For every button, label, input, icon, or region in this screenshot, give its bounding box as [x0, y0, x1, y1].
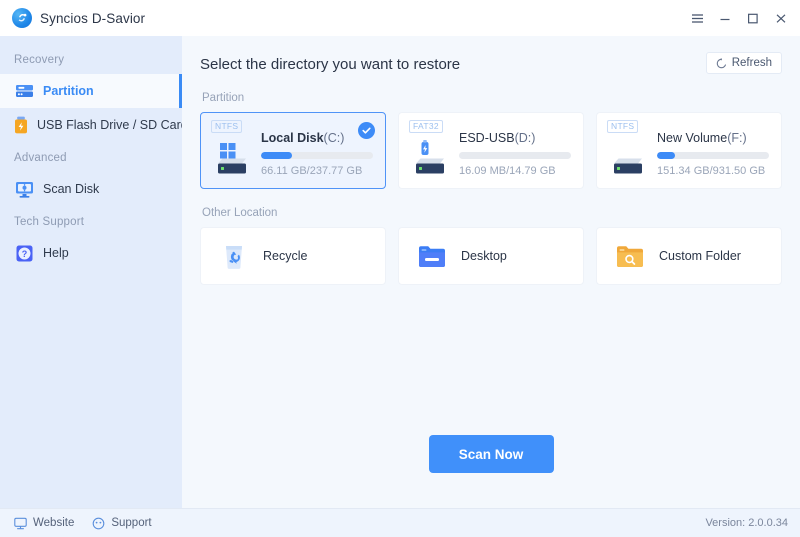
partition-name-text: ESD-USB: [459, 131, 515, 145]
menu-button[interactable]: [684, 6, 710, 30]
windows-system-disk-icon: [211, 133, 253, 181]
app-window: Syncios D-Savior Recovery: [0, 0, 800, 537]
usb-disk-icon: [409, 133, 451, 181]
partition-name: ESD-USB(D:): [459, 131, 571, 145]
other-location-card-list: Recycle Desktop: [200, 227, 782, 285]
app-brand: Syncios D-Savior: [12, 8, 145, 28]
sidebar-item-partition[interactable]: Partition: [0, 74, 182, 108]
support-label: Support: [111, 517, 151, 529]
partition-name: New Volume(F:): [657, 131, 769, 145]
other-location-section-label: Other Location: [202, 207, 782, 219]
desktop-folder-icon: [417, 241, 447, 271]
partition-card-esd-usb-d[interactable]: FAT32 ESD-USB(D:): [398, 112, 584, 189]
sidebar: Recovery Partition: [0, 36, 182, 508]
usage-bar-fill: [657, 152, 675, 159]
location-card-recycle[interactable]: Recycle: [200, 227, 386, 285]
sidebar-item-label: Scan Disk: [43, 182, 99, 196]
custom-folder-search-icon: [615, 241, 645, 271]
partition-section-label: Partition: [202, 92, 782, 104]
partition-card-local-disk-c[interactable]: NTFS Local Disk(C:): [200, 112, 386, 189]
main-content: Select the directory you want to restore…: [182, 36, 800, 508]
partition-size-text: 151.34 GB/931.50 GB: [657, 165, 769, 177]
partition-info: New Volume(F:) 151.34 GB/931.50 GB: [649, 125, 769, 177]
partition-drive-letter: (C:): [324, 131, 345, 145]
scan-button-area: Scan Now: [182, 435, 800, 473]
partition-info: Local Disk(C:) 66.11 GB/237.77 GB: [253, 125, 373, 177]
website-link[interactable]: Website: [14, 517, 74, 530]
sidebar-group-recovery-title: Recovery: [0, 44, 182, 74]
monitor-icon: [14, 517, 27, 530]
support-chat-icon: [92, 517, 105, 530]
version-label: Version: 2.0.0.34: [705, 517, 788, 529]
minimize-button[interactable]: [712, 6, 738, 30]
syncios-circle-logo-icon: [12, 8, 32, 28]
location-card-custom-folder[interactable]: Custom Folder: [596, 227, 782, 285]
filesystem-badge: FAT32: [409, 120, 443, 133]
svg-text:?: ?: [21, 249, 27, 259]
title-bar: Syncios D-Savior: [0, 0, 800, 36]
main-header: Select the directory you want to restore…: [200, 52, 782, 74]
location-label: Custom Folder: [659, 249, 741, 263]
partition-drive-letter: (D:): [515, 131, 536, 145]
close-button[interactable]: [768, 6, 794, 30]
status-bar: Website Support Version: 2.0.0.34: [0, 508, 800, 537]
usage-bar: [657, 152, 769, 159]
partition-disk-icon: [14, 81, 34, 101]
refresh-button[interactable]: Refresh: [706, 52, 782, 74]
sidebar-item-label: Help: [43, 246, 69, 260]
recycle-bin-icon: [219, 241, 249, 271]
partition-name: Local Disk(C:): [261, 131, 373, 145]
usage-bar: [261, 152, 373, 159]
partition-size-text: 16.09 MB/14.79 GB: [459, 165, 571, 177]
usb-flash-drive-icon: [14, 115, 28, 135]
window-body: Recovery Partition: [0, 36, 800, 508]
selected-check-icon: [358, 122, 375, 139]
location-label: Desktop: [461, 249, 507, 263]
window-controls: [684, 6, 794, 30]
support-link[interactable]: Support: [92, 517, 151, 530]
sidebar-item-label: USB Flash Drive / SD Card: [37, 118, 188, 132]
scan-disk-icon: [14, 179, 34, 199]
sidebar-item-usb-flash-drive-sd-card[interactable]: USB Flash Drive / SD Card: [0, 108, 182, 142]
sidebar-group-tech-support-title: Tech Support: [0, 206, 182, 236]
sidebar-item-label: Partition: [43, 84, 94, 98]
scan-now-button[interactable]: Scan Now: [429, 435, 554, 473]
filesystem-badge: NTFS: [607, 120, 638, 133]
hard-disk-icon: [607, 133, 649, 181]
usage-bar-fill: [261, 152, 292, 159]
help-question-icon: ?: [14, 243, 34, 263]
maximize-button[interactable]: [740, 6, 766, 30]
refresh-icon: [716, 58, 727, 69]
partition-card-list: NTFS Local Disk(C:): [200, 112, 782, 189]
website-label: Website: [33, 517, 74, 529]
sidebar-group-advanced-title: Advanced: [0, 142, 182, 172]
usage-bar: [459, 152, 571, 159]
app-title: Syncios D-Savior: [40, 11, 145, 26]
location-card-desktop[interactable]: Desktop: [398, 227, 584, 285]
partition-drive-letter: (F:): [727, 131, 746, 145]
partition-size-text: 66.11 GB/237.77 GB: [261, 165, 373, 177]
partition-name-text: New Volume: [657, 131, 727, 145]
partition-name-text: Local Disk: [261, 131, 324, 145]
partition-card-new-volume-f[interactable]: NTFS New Volume(F:) 151.34 GB/931.50 GB: [596, 112, 782, 189]
sidebar-item-scan-disk[interactable]: Scan Disk: [0, 172, 182, 206]
sidebar-item-help[interactable]: ? Help: [0, 236, 182, 270]
partition-info: ESD-USB(D:) 16.09 MB/14.79 GB: [451, 125, 571, 177]
location-label: Recycle: [263, 249, 307, 263]
refresh-label: Refresh: [732, 57, 772, 69]
page-title: Select the directory you want to restore: [200, 52, 460, 73]
filesystem-badge: NTFS: [211, 120, 242, 133]
